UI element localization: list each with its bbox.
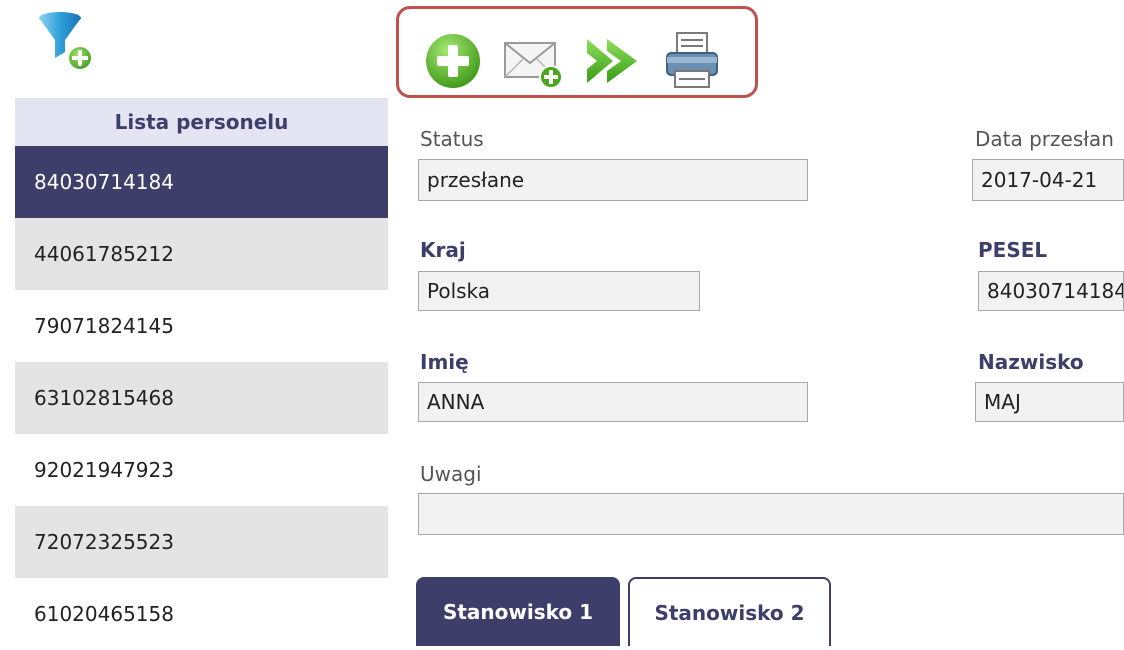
staff-list: 84030714184 44061785212 79071824145 6310… xyxy=(15,146,388,650)
forward-icon[interactable] xyxy=(585,31,645,91)
firstname-field[interactable]: ANNA xyxy=(418,382,808,422)
notes-field[interactable] xyxy=(418,493,1124,535)
toolbar xyxy=(396,6,758,98)
list-item[interactable]: 63102815468 xyxy=(15,362,388,434)
list-item[interactable]: 44061785212 xyxy=(15,218,388,290)
status-label: Status xyxy=(420,127,484,151)
print-icon[interactable] xyxy=(663,31,723,91)
filter-add-icon[interactable] xyxy=(38,10,98,72)
staff-list-header: Lista personelu xyxy=(15,98,388,146)
date-field[interactable]: 2017-04-21 xyxy=(972,159,1124,201)
add-mail-icon[interactable] xyxy=(503,31,563,91)
list-item[interactable]: 61020465158 xyxy=(15,578,388,650)
list-item[interactable]: 84030714184 xyxy=(15,146,388,218)
date-label: Data przesłan xyxy=(975,127,1114,151)
lastname-label: Nazwisko xyxy=(978,350,1084,374)
status-field[interactable]: przesłane xyxy=(418,159,808,201)
lastname-field[interactable]: MAJ xyxy=(975,382,1124,422)
firstname-label: Imię xyxy=(420,350,469,374)
list-item[interactable]: 92021947923 xyxy=(15,434,388,506)
tab-position-1[interactable]: Stanowisko 1 xyxy=(416,577,620,646)
pesel-label: PESEL xyxy=(978,238,1048,262)
pesel-field[interactable]: 84030714184 xyxy=(978,271,1124,311)
add-icon[interactable] xyxy=(425,31,485,91)
list-item[interactable]: 72072325523 xyxy=(15,506,388,578)
country-field[interactable]: Polska xyxy=(418,271,700,311)
tab-position-2[interactable]: Stanowisko 2 xyxy=(628,577,831,646)
notes-label: Uwagi xyxy=(420,462,482,486)
country-label: Kraj xyxy=(420,238,466,262)
list-item[interactable]: 79071824145 xyxy=(15,290,388,362)
